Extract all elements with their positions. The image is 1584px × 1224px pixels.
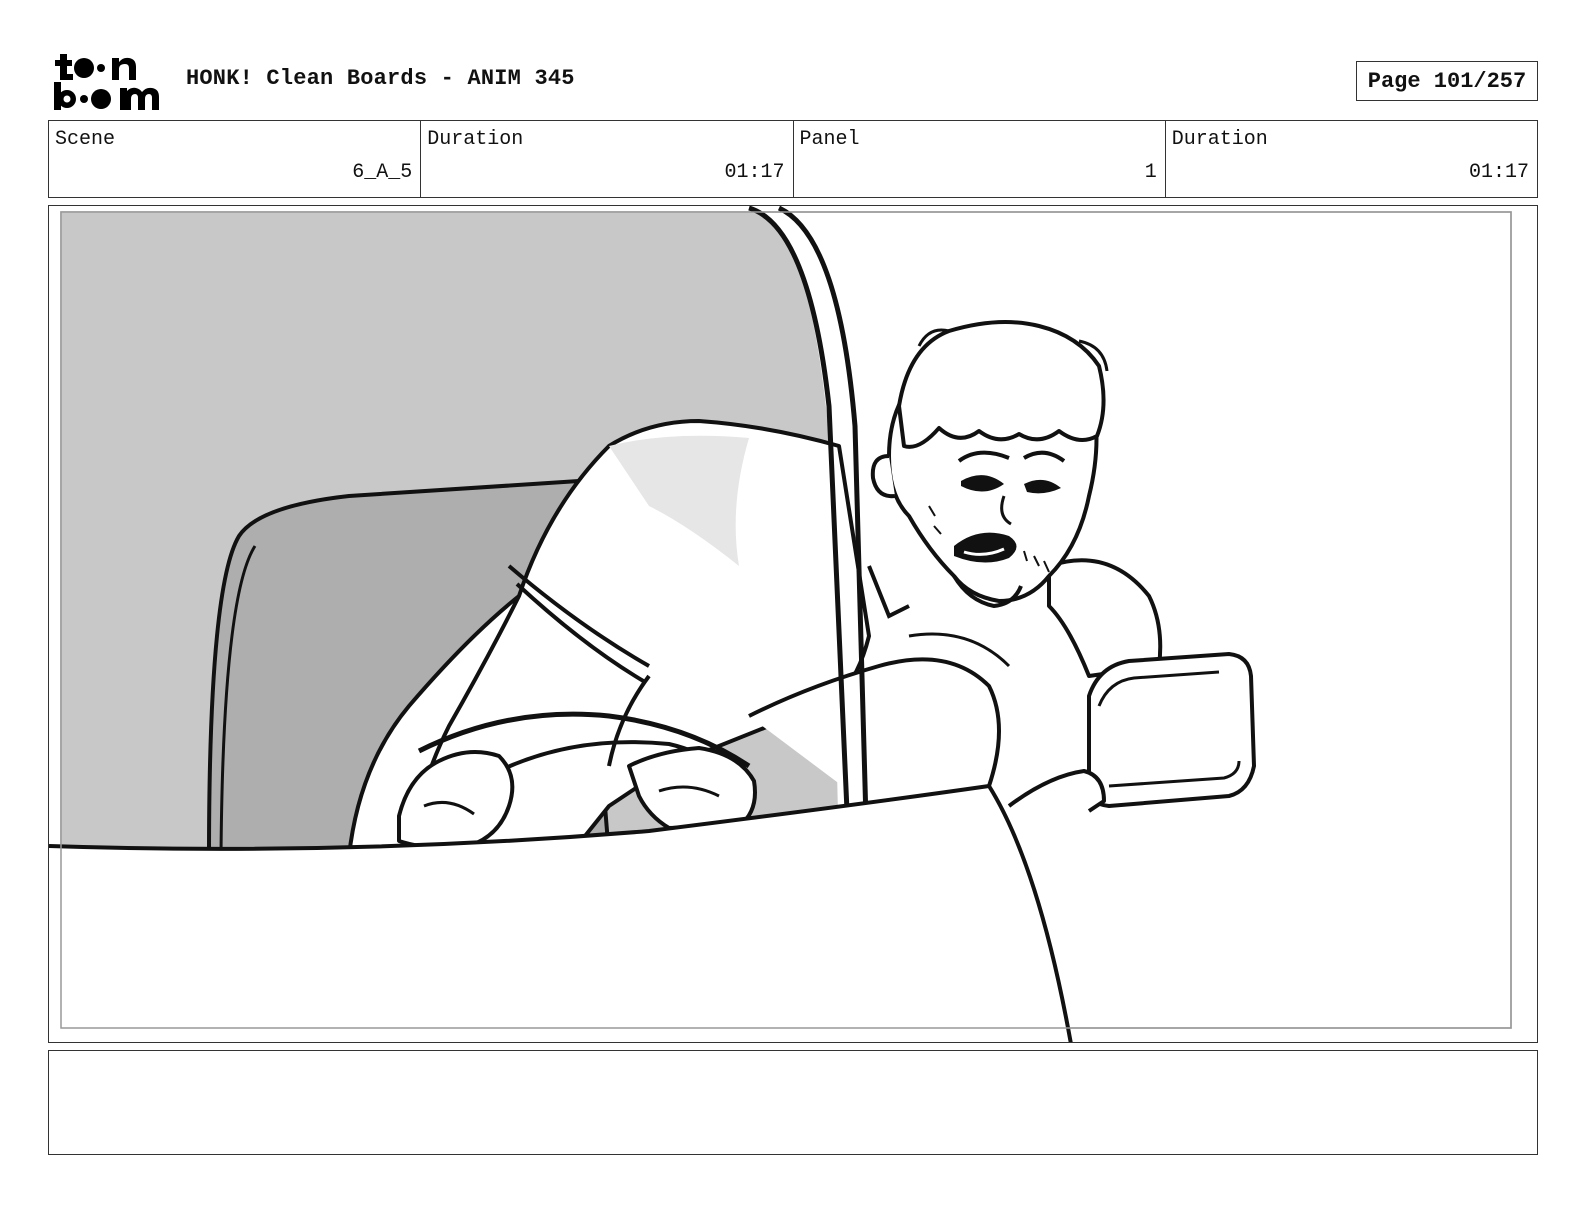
- panel-value: 1: [1144, 161, 1157, 184]
- scene-value: 6_A_5: [352, 161, 413, 184]
- panel-notes: [48, 1050, 1538, 1155]
- panel-duration-cell: Duration 01:17: [1166, 121, 1537, 197]
- scene-duration-cell: Duration 01:17: [421, 121, 794, 197]
- panel-cell: Panel 1: [794, 121, 1166, 197]
- page-number: Page 101/257: [1356, 61, 1538, 101]
- scene-cell: Scene 6_A_5: [49, 121, 422, 197]
- document-title: HONK! Clean Boards - ANIM 345: [186, 66, 575, 91]
- toon-boom-logo: [54, 54, 159, 110]
- scene-label: Scene: [55, 128, 116, 151]
- panel-duration-label: Duration: [1171, 128, 1268, 151]
- panel-label: Panel: [799, 128, 860, 151]
- scene-duration-label: Duration: [427, 128, 524, 151]
- scene-info-table: Scene 6_A_5 Duration 01:17 Panel 1 Durat…: [48, 120, 1538, 198]
- scene-duration-value: 01:17: [724, 161, 785, 184]
- storyboard-panel: [48, 205, 1538, 1043]
- panel-duration-value: 01:17: [1468, 161, 1529, 184]
- storyboard-drawing: [49, 206, 1512, 1042]
